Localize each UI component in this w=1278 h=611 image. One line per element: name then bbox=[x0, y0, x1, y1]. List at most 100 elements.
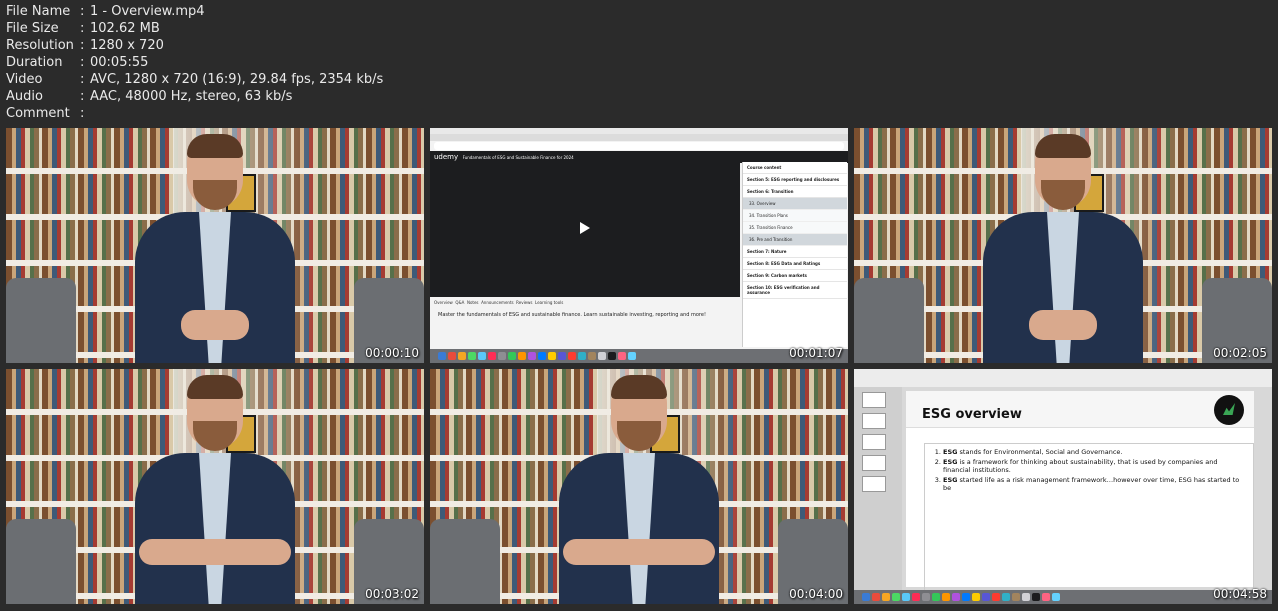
section-item: Section 6: Transition bbox=[743, 186, 847, 198]
timestamp: 00:00:10 bbox=[365, 346, 419, 360]
chart-logo-icon bbox=[1214, 395, 1244, 425]
dock-app-icon bbox=[528, 352, 536, 360]
timestamp: 00:04:00 bbox=[789, 587, 843, 601]
dock-app-icon bbox=[618, 352, 626, 360]
file-info-separator: : bbox=[80, 55, 85, 70]
presenter bbox=[125, 369, 305, 604]
dock-app-icon bbox=[518, 352, 526, 360]
file-info-key: Audio bbox=[6, 89, 43, 104]
file-info-row: Comment: bbox=[6, 105, 383, 122]
dock-app-icon bbox=[488, 352, 496, 360]
presenter bbox=[549, 369, 729, 604]
file-info-separator: : bbox=[80, 4, 85, 19]
play-icon bbox=[580, 222, 590, 234]
thumbnail-speaker: 00:02:05 bbox=[854, 128, 1272, 363]
file-info-key: Duration bbox=[6, 55, 63, 70]
slide-list: ESG stands for Environmental, Social and… bbox=[924, 443, 1254, 593]
armchair bbox=[6, 278, 76, 363]
course-description: Master the fundamentals of ESG and susta… bbox=[438, 312, 706, 318]
armchair bbox=[6, 519, 76, 604]
thumbnail-grid: 00:00:10 udemy Fundamentals of ESG and S… bbox=[6, 128, 1272, 604]
dock bbox=[854, 590, 1272, 604]
timestamp: 00:04:58 bbox=[1213, 587, 1267, 601]
file-info-value: 00:05:55 bbox=[90, 55, 149, 70]
file-info-row: File Size:102.62 MB bbox=[6, 20, 383, 37]
video-player bbox=[430, 162, 740, 297]
dock-app-icon bbox=[912, 593, 920, 601]
dock-app-icon bbox=[578, 352, 586, 360]
dock-app-icon bbox=[468, 352, 476, 360]
dock-app-icon bbox=[478, 352, 486, 360]
dock-app-icon bbox=[902, 593, 910, 601]
slide-navigator bbox=[854, 387, 902, 590]
dock-app-icon bbox=[1012, 593, 1020, 601]
dock-app-icon bbox=[992, 593, 1000, 601]
keynote-screenshot: ESG overview ESG stands for Environmenta… bbox=[854, 369, 1272, 604]
dock-app-icon bbox=[568, 352, 576, 360]
dock-app-icon bbox=[862, 593, 870, 601]
dock-app-icon bbox=[448, 352, 456, 360]
course-title: Fundamentals of ESG and Sustainable Fina… bbox=[462, 155, 574, 160]
thumbnail-slides: ESG overview ESG stands for Environmenta… bbox=[854, 369, 1272, 604]
lecture-item: 34. Transition Plans bbox=[743, 210, 847, 222]
dock-app-icon bbox=[538, 352, 546, 360]
dock-app-icon bbox=[1022, 593, 1030, 601]
file-info-separator: : bbox=[80, 89, 85, 104]
section-item: Section 5: ESG reporting and disclosures bbox=[743, 174, 847, 186]
dock-app-icon bbox=[1032, 593, 1040, 601]
file-info-value: AAC, 48000 Hz, stereo, 63 kb/s bbox=[90, 89, 293, 104]
armchair bbox=[854, 278, 924, 363]
section-item: Section 8: ESG Data and Ratings bbox=[743, 258, 847, 270]
udemy-logo: udemy bbox=[434, 153, 459, 161]
lecture-item: 35. Transition Finance bbox=[743, 222, 847, 234]
dock-app-icon bbox=[892, 593, 900, 601]
file-info-row: Audio: AAC, 48000 Hz, stereo, 63 kb/s bbox=[6, 88, 383, 105]
udemy-browser-screenshot: udemy Fundamentals of ESG and Sustainabl… bbox=[430, 128, 848, 363]
panel-title: Course content bbox=[743, 162, 847, 174]
dock-app-icon bbox=[922, 593, 930, 601]
dock-app-icon bbox=[982, 593, 990, 601]
thumbnail-speaker: 00:00:10 bbox=[6, 128, 424, 363]
timestamp: 00:03:02 bbox=[365, 587, 419, 601]
course-content-panel: Course content Section 5: ESG reporting … bbox=[742, 162, 847, 347]
file-info-value: AVC, 1280 x 720 (16:9), 29.84 fps, 2354 … bbox=[90, 72, 384, 87]
slide-title: ESG overview bbox=[922, 407, 1022, 422]
file-info-value: 1 - Overview.mp4 bbox=[90, 4, 205, 19]
file-info-row: Resolution:1280 x 720 bbox=[6, 37, 383, 54]
lecture-item: 33. Overview bbox=[743, 198, 847, 210]
dock-app-icon bbox=[628, 352, 636, 360]
file-info-separator: : bbox=[80, 38, 85, 53]
file-info-key: File Size bbox=[6, 21, 59, 36]
dock-app-icon bbox=[1052, 593, 1060, 601]
course-tabs: Overview Q&A Notes Announcements Reviews… bbox=[434, 300, 564, 305]
file-info: File Name:1 - Overview.mp4 File Size:102.… bbox=[6, 3, 383, 122]
file-info-separator: : bbox=[80, 72, 85, 87]
thumbnail-speaker: 00:04:00 bbox=[430, 369, 848, 604]
dock-app-icon bbox=[548, 352, 556, 360]
keynote-toolbar bbox=[854, 369, 1272, 387]
dock-app-icon bbox=[882, 593, 890, 601]
thumbnail-speaker: 00:03:02 bbox=[6, 369, 424, 604]
dock-app-icon bbox=[1002, 593, 1010, 601]
dock-app-icon bbox=[972, 593, 980, 601]
dock-app-icon bbox=[1042, 593, 1050, 601]
file-info-row: Duration:00:05:55 bbox=[6, 54, 383, 71]
dock bbox=[430, 349, 848, 363]
file-info-key: Video bbox=[6, 72, 43, 87]
dock-app-icon bbox=[458, 352, 466, 360]
file-info-row: Video: AVC, 1280 x 720 (16:9), 29.84 fps,… bbox=[6, 71, 383, 88]
dock-app-icon bbox=[558, 352, 566, 360]
dock-app-icon bbox=[508, 352, 516, 360]
file-info-separator: : bbox=[80, 21, 85, 36]
dock-app-icon bbox=[952, 593, 960, 601]
file-info-value: 1280 x 720 bbox=[90, 38, 164, 53]
slide-canvas: ESG overview ESG stands for Environmenta… bbox=[906, 391, 1254, 593]
file-info-value: 102.62 MB bbox=[90, 21, 160, 36]
dock-app-icon bbox=[608, 352, 616, 360]
timestamp: 00:01:07 bbox=[789, 346, 843, 360]
dock-app-icon bbox=[598, 352, 606, 360]
file-info-row: File Name:1 - Overview.mp4 bbox=[6, 3, 383, 20]
file-info-key: Resolution bbox=[6, 38, 74, 53]
dock-app-icon bbox=[872, 593, 880, 601]
dock-app-icon bbox=[588, 352, 596, 360]
